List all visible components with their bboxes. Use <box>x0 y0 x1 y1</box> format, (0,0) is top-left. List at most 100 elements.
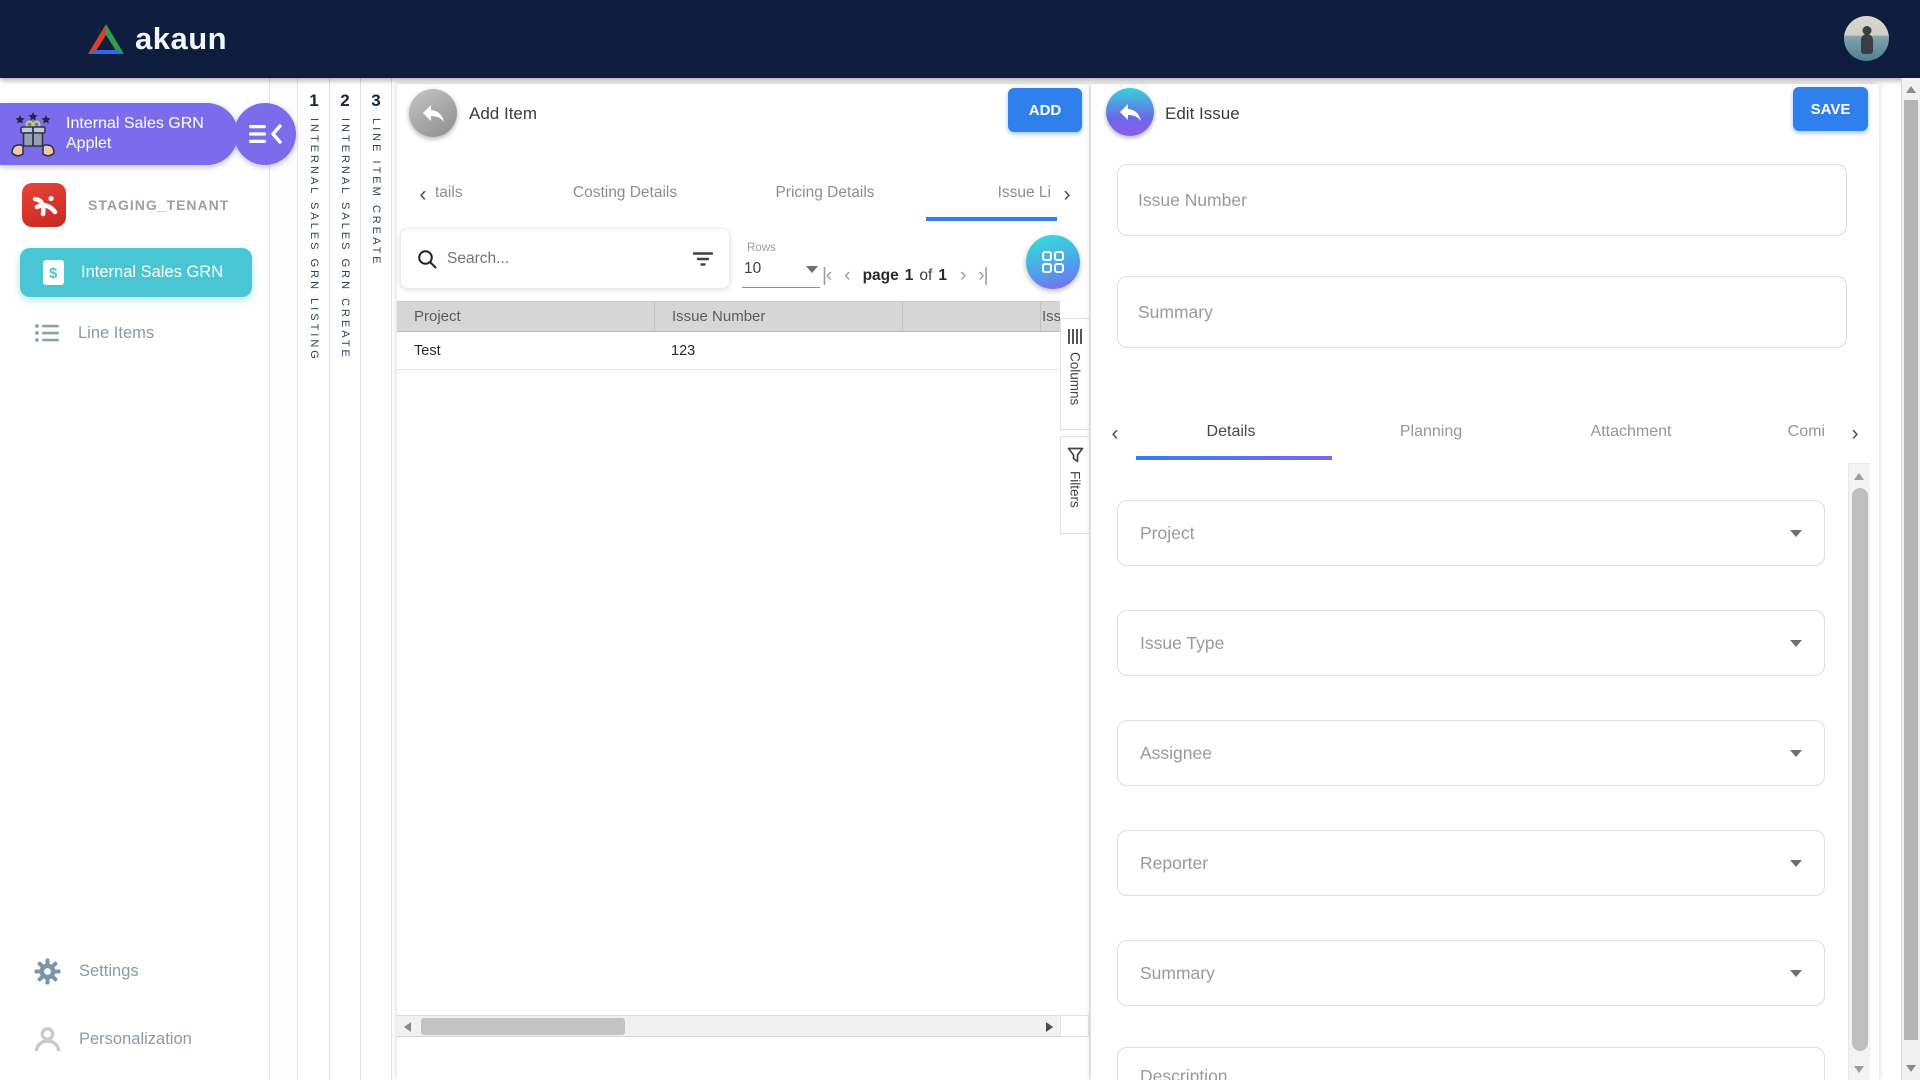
rows-label: Rows <box>747 242 776 254</box>
back-arrow-icon <box>1117 101 1143 123</box>
sidebar-item-label: Settings <box>79 962 139 981</box>
rail-line-item-create[interactable]: 3 LINE ITEM CREATE <box>361 78 392 1080</box>
summary-dropdown[interactable]: Summary <box>1117 940 1825 1006</box>
rail-label: INTERNAL SALES GRN CREATE <box>339 118 351 360</box>
sidebar-item-label: Internal Sales GRN <box>81 263 223 282</box>
dropdown-placeholder: Summary <box>1140 963 1215 984</box>
edit-issue-tab-bar: ‹ Details Planning Attachment Comi › <box>1091 410 1879 460</box>
filters-label: Filters <box>1068 471 1083 508</box>
dropdown-placeholder: Assignee <box>1140 743 1212 764</box>
sidebar-collapse-button[interactable] <box>234 103 296 165</box>
issue-type-dropdown[interactable]: Issue Type <box>1117 610 1825 676</box>
chevron-down-icon <box>1790 640 1802 647</box>
horizontal-scrollbar[interactable] <box>397 1015 1060 1037</box>
tabs-scroll-left-icon[interactable]: ‹ <box>1105 422 1125 446</box>
active-tab-underline <box>926 217 1057 221</box>
search-icon <box>417 249 437 269</box>
avatar-photo-silhouette <box>1861 34 1873 54</box>
tab-attachment[interactable]: Attachment <box>1531 423 1731 441</box>
cell-issue-number: 123 <box>654 333 902 369</box>
scroll-up-arrow-icon[interactable] <box>1854 473 1864 480</box>
tabs-scroll-right-icon[interactable]: › <box>1057 183 1077 207</box>
back-arrow-icon <box>420 102 446 124</box>
tab-comments-partial[interactable]: Comi <box>1731 423 1825 441</box>
brand-name: akaun <box>135 21 227 57</box>
page-indicator: page 1 of 1 <box>863 267 947 285</box>
tab-issue-list-active[interactable]: Issue Li <box>926 184 1057 202</box>
last-page-button[interactable]: ›| <box>978 265 987 287</box>
tab-pricing-details[interactable]: Pricing Details <box>728 184 922 202</box>
dropdown-placeholder: Reporter <box>1140 853 1208 874</box>
chevron-down-icon <box>1790 750 1802 757</box>
current-page: 1 <box>905 267 914 285</box>
rail-number: 1 <box>309 91 318 111</box>
tabs-scroll-right-icon[interactable]: › <box>1845 422 1865 446</box>
summary-input[interactable] <box>1138 302 1826 323</box>
scroll-right-arrow-icon[interactable] <box>1046 1022 1053 1032</box>
tab-details-active[interactable]: Details <box>1131 423 1331 441</box>
user-avatar[interactable] <box>1844 16 1889 61</box>
panel-title: Edit Issue <box>1165 104 1240 124</box>
chevron-down-icon <box>806 266 818 273</box>
first-page-button[interactable]: |‹ <box>822 265 831 287</box>
tab-details-partial[interactable]: tails <box>435 184 495 202</box>
rows-per-page-select[interactable]: 10 <box>742 260 820 288</box>
sidebar-item-line-items[interactable]: Line Items <box>34 316 154 350</box>
panel-scrollbar-thumb[interactable] <box>1852 488 1868 1051</box>
sidebar-item-personalization[interactable]: Personalization <box>34 1022 192 1056</box>
previous-page-button[interactable]: ‹ <box>844 265 849 287</box>
sidebar-item-label: Personalization <box>79 1030 192 1049</box>
sidebar-item-internal-sales-grn[interactable]: $ Internal Sales GRN <box>20 248 252 297</box>
rows-value: 10 <box>742 260 761 277</box>
search-input[interactable] <box>447 250 683 268</box>
tenant-row[interactable]: STAGING_TENANT <box>22 180 229 230</box>
grid-view-button[interactable] <box>1026 235 1080 289</box>
rail-internal-sales-grn-listing[interactable]: 1 INTERNAL SALES GRN LISTING <box>299 78 330 1080</box>
person-icon <box>34 1026 61 1052</box>
table-row[interactable]: Test 123 <box>397 333 1060 370</box>
tab-planning[interactable]: Planning <box>1331 423 1531 441</box>
scroll-down-arrow-icon[interactable] <box>1854 1066 1864 1073</box>
filters-button[interactable]: Filters <box>1060 436 1089 534</box>
back-button[interactable] <box>1106 88 1154 136</box>
save-button[interactable]: SAVE <box>1793 87 1868 131</box>
column-header-blank <box>902 302 1040 331</box>
scroll-up-arrow-icon[interactable] <box>1906 86 1916 93</box>
scroll-left-arrow-icon[interactable] <box>404 1022 411 1032</box>
filter-list-icon[interactable] <box>693 251 713 267</box>
description-field[interactable]: Description <box>1117 1047 1825 1080</box>
columns-label: Columns <box>1068 352 1083 405</box>
tab-costing-details[interactable]: Costing Details <box>528 184 722 202</box>
issue-number-field[interactable] <box>1117 164 1847 236</box>
back-button[interactable] <box>409 89 457 137</box>
column-header-issue-number: Issue Number <box>654 302 902 331</box>
horizontal-scrollbar-thumb[interactable] <box>421 1018 625 1035</box>
add-item-tab-bar: ‹ tails Costing Details Pricing Details … <box>397 171 1089 221</box>
gift-hands-icon <box>8 109 58 159</box>
applet-header: Internal Sales GRN Applet <box>0 103 238 165</box>
reporter-dropdown[interactable]: Reporter <box>1117 830 1825 896</box>
top-navbar: akaun <box>0 0 1920 78</box>
issue-number-input[interactable] <box>1138 190 1826 211</box>
of-word: of <box>919 267 932 285</box>
scroll-down-arrow-icon[interactable] <box>1906 1065 1916 1072</box>
summary-field[interactable] <box>1117 276 1847 348</box>
panel-scrollbar[interactable] <box>1848 463 1870 1080</box>
chevron-down-icon <box>1790 970 1802 977</box>
columns-button[interactable]: Columns <box>1060 318 1089 430</box>
project-dropdown[interactable]: Project <box>1117 500 1825 566</box>
window-scrollbar-thumb[interactable] <box>1904 100 1918 1040</box>
assignee-dropdown[interactable]: Assignee <box>1117 720 1825 786</box>
next-page-button[interactable]: › <box>960 265 965 287</box>
page-word: page <box>863 267 899 285</box>
menu-open-icon <box>247 122 283 146</box>
sidebar-item-settings[interactable]: Settings <box>34 954 139 988</box>
tabs-scroll-left-icon[interactable]: ‹ <box>413 183 433 207</box>
applet-title: Internal Sales GRN Applet <box>66 114 236 154</box>
add-button[interactable]: ADD <box>1008 88 1082 132</box>
window-scrollbar[interactable] <box>1901 78 1920 1080</box>
panel-title: Add Item <box>469 104 537 124</box>
rail-internal-sales-grn-create[interactable]: 2 INTERNAL SALES GRN CREATE <box>330 78 361 1080</box>
sidebar-item-label: Line Items <box>78 324 154 343</box>
cell-blank <box>1040 333 1060 369</box>
